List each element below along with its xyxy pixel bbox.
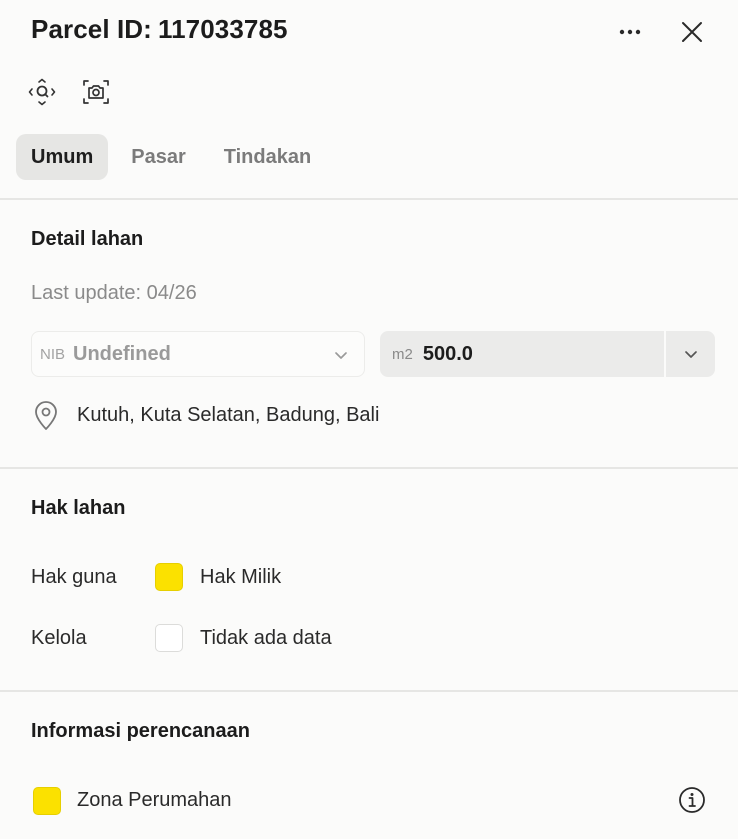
close-button[interactable] bbox=[674, 14, 710, 50]
parcel-panel: Parcel ID: 117033785 Umum Pasar Tindakan… bbox=[0, 0, 738, 839]
zoom-to-parcel-button[interactable] bbox=[26, 76, 58, 108]
nib-prefix: NIB bbox=[40, 345, 66, 363]
right-label-kelola: Kelola bbox=[31, 627, 87, 649]
divider bbox=[0, 467, 738, 469]
area-dropdown-button[interactable] bbox=[666, 331, 715, 377]
area-field[interactable]: m2 500.0 bbox=[380, 331, 715, 377]
close-icon bbox=[682, 22, 702, 42]
zone-color-swatch bbox=[33, 787, 61, 815]
divider bbox=[0, 198, 738, 200]
right-label-hak-guna: Hak guna bbox=[31, 566, 117, 588]
location-pin-icon bbox=[35, 401, 57, 430]
tab-umum[interactable]: Umum bbox=[16, 134, 109, 180]
camera-icon bbox=[83, 80, 109, 104]
info-icon bbox=[679, 787, 705, 813]
divider bbox=[0, 690, 738, 692]
parcel-title-label: Parcel ID: bbox=[31, 14, 152, 44]
last-update-text: Last update: 04/26 bbox=[31, 282, 197, 304]
right-value-no-data: Tidak ada data bbox=[200, 627, 332, 649]
area-value: 500.0 bbox=[422, 342, 473, 365]
section-title-planning: Informasi perencanaan bbox=[31, 720, 250, 742]
zone-label: Zona Perumahan bbox=[77, 789, 232, 811]
parcel-title: Parcel ID: 117033785 bbox=[31, 14, 288, 45]
section-title-land-rights: Hak lahan bbox=[31, 497, 126, 519]
zone-info-button[interactable] bbox=[677, 785, 707, 815]
section-title-land-details: Detail lahan bbox=[31, 228, 144, 250]
color-swatch bbox=[155, 624, 183, 652]
more-horizontal-icon bbox=[619, 29, 641, 35]
area-unit: m2 bbox=[392, 345, 413, 363]
parcel-id: 117033785 bbox=[157, 14, 288, 44]
tab-bar: Umum Pasar Tindakan bbox=[16, 134, 326, 180]
color-swatch bbox=[155, 563, 183, 591]
chevron-down-icon bbox=[684, 351, 697, 358]
location-text: Kutuh, Kuta Selatan, Badung, Bali bbox=[77, 404, 380, 426]
tab-pasar[interactable]: Pasar bbox=[116, 134, 201, 180]
more-options-button[interactable] bbox=[612, 18, 648, 46]
chevron-down-icon bbox=[335, 352, 347, 359]
right-value-hak-milik: Hak Milik bbox=[200, 566, 282, 588]
zoom-to-parcel-icon bbox=[28, 78, 56, 106]
nib-select[interactable]: NIB Undefined bbox=[31, 331, 365, 377]
nib-value: Undefined bbox=[73, 342, 171, 365]
tab-tindakan[interactable]: Tindakan bbox=[209, 134, 326, 180]
screenshot-button[interactable] bbox=[80, 76, 112, 108]
